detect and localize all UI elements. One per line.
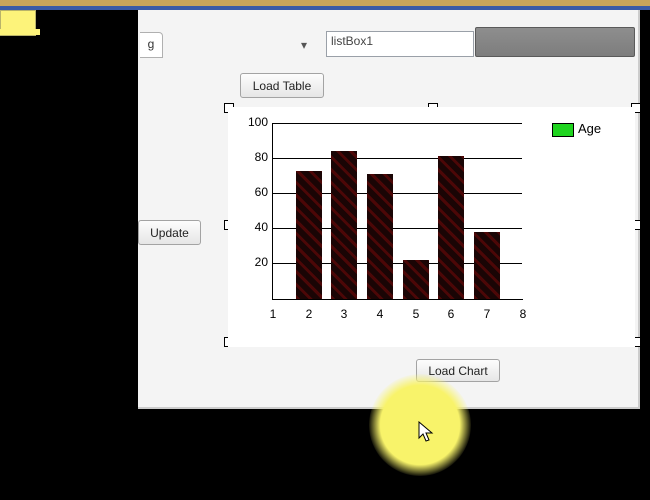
y-tick-label: 40 — [244, 220, 268, 234]
disabled-button-stub[interactable] — [475, 27, 635, 57]
x-tick-label: 7 — [477, 307, 497, 321]
combobox-dropdown-icon[interactable]: ▾ — [301, 38, 315, 48]
x-tick-label: 5 — [406, 307, 426, 321]
cursor-highlight — [369, 374, 471, 476]
legend-swatch — [552, 123, 574, 137]
chart-bar — [331, 151, 357, 299]
chart-bar — [367, 174, 393, 299]
y-tick-label: 20 — [244, 255, 268, 269]
chart-bar — [296, 171, 322, 299]
load-table-button[interactable]: Load Table — [240, 73, 324, 98]
x-tick-label: 2 — [299, 307, 319, 321]
chart-plot-area — [272, 123, 523, 300]
chart-bar — [403, 260, 429, 299]
listbox-control[interactable]: listBox1 — [326, 31, 474, 57]
x-tick-label: 3 — [334, 307, 354, 321]
chart-bar — [438, 156, 464, 299]
y-tick-label: 100 — [244, 115, 268, 129]
form-designer-surface: g ▾ listBox1 Load Table Update 100 80 60… — [138, 10, 640, 409]
chart-control[interactable]: 100 80 60 40 20 1 2 3 4 5 6 7 8 Age — [228, 107, 635, 347]
x-tick-label: 8 — [513, 307, 533, 321]
x-tick-label: 6 — [441, 307, 461, 321]
x-tick-label: 4 — [370, 307, 390, 321]
y-tick-label: 80 — [244, 150, 268, 164]
update-button[interactable]: Update — [138, 220, 201, 245]
chart-bar — [474, 232, 500, 299]
legend-label: Age — [578, 121, 601, 136]
y-tick-label: 60 — [244, 185, 268, 199]
x-tick-label: 1 — [263, 307, 283, 321]
tab-control-fragment[interactable]: g — [140, 32, 163, 58]
tooltip-fragment-2 — [0, 29, 40, 35]
